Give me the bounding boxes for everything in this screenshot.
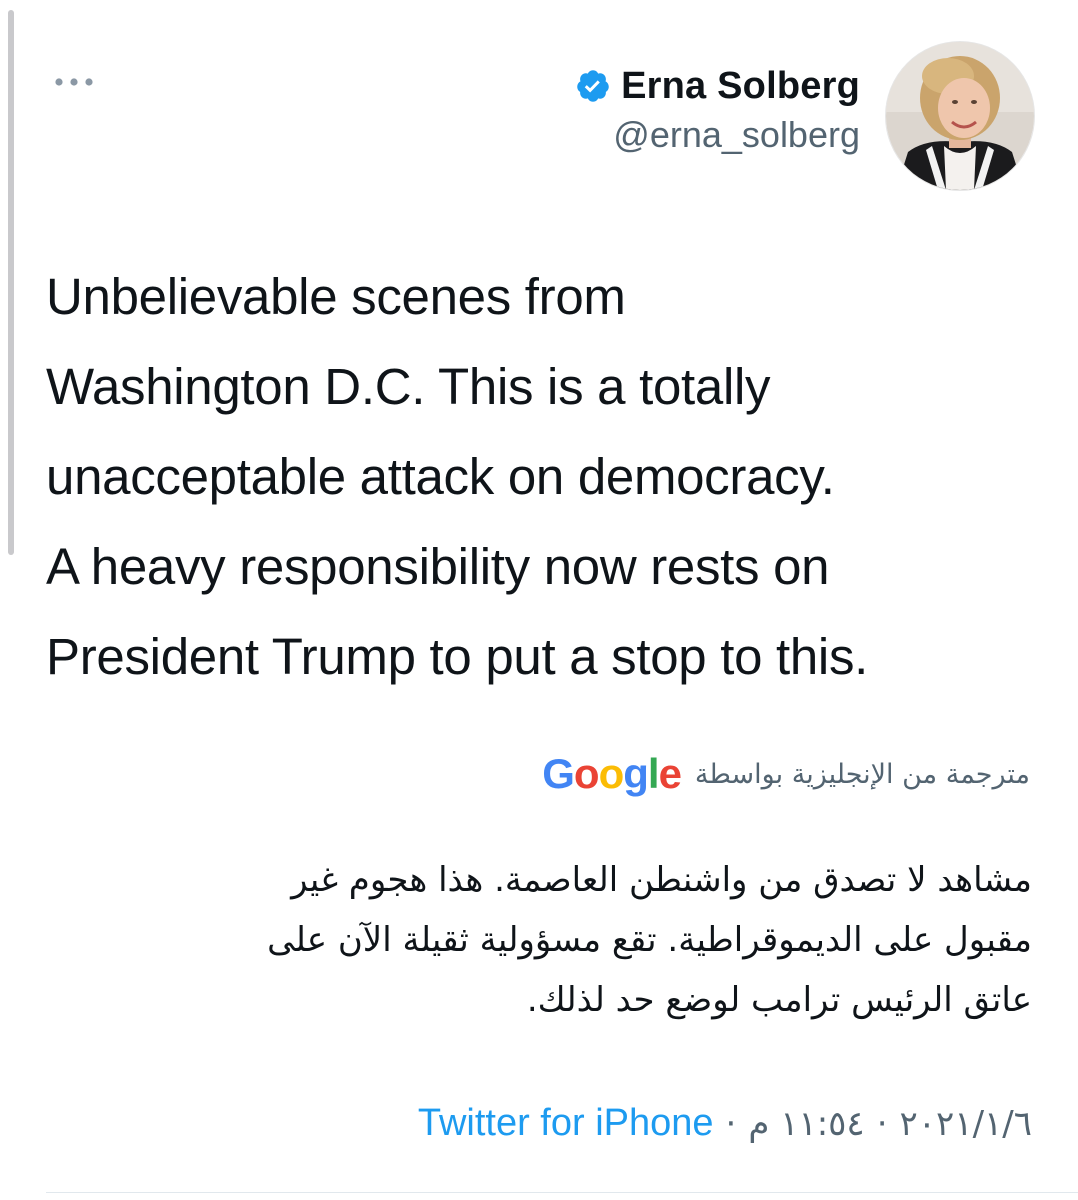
tweet-metadata: Twitter for iPhone · ١١:٥٤ م · ٢٠٢١/١/٦: [418, 1102, 1032, 1145]
tweet-time[interactable]: ١١:٥٤ م: [748, 1104, 864, 1144]
tweet-source-link[interactable]: Twitter for iPhone: [418, 1102, 714, 1145]
translated-text: مشاهد لا تصدق من واشنطن العاصمة. هذا هجو…: [112, 850, 1032, 1030]
translated-by-label: مترجمة من الإنجليزية بواسطة: [694, 758, 1030, 790]
author-name[interactable]: Erna Solberg: [621, 65, 860, 108]
translated-text-line: مقبول على الديموقراطية. تقع مسؤولية ثقيل…: [267, 920, 1032, 960]
scrollbar[interactable]: [8, 10, 14, 555]
more-options-button[interactable]: [52, 64, 96, 100]
tweet-text-line: President Trump to put a stop to this.: [46, 628, 869, 685]
tweet-text-line: A heavy responsibility now rests on: [46, 538, 830, 595]
google-logo[interactable]: Google: [542, 750, 682, 798]
translation-attribution: Google مترجمة من الإنجليزية بواسطة: [542, 750, 1030, 798]
meta-separator: ·: [725, 1103, 737, 1144]
more-horizontal-icon: [55, 78, 93, 86]
tweet-date[interactable]: ٢٠٢١/١/٦: [900, 1104, 1032, 1144]
tweet-text-line: Washington D.C. This is a totally: [46, 358, 771, 415]
tweet-author[interactable]: Erna Solberg @erna_solberg: [575, 60, 860, 156]
avatar[interactable]: [885, 41, 1035, 191]
translated-text-line: مشاهد لا تصدق من واشنطن العاصمة. هذا هجو…: [291, 860, 1032, 900]
tweet-text: Unbelievable scenes from Washington D.C.…: [46, 252, 1046, 702]
author-handle[interactable]: @erna_solberg: [575, 114, 860, 156]
divider: [46, 1192, 1078, 1193]
translated-text-line: عاتق الرئيس ترامب لوضع حد لذلك.: [526, 980, 1032, 1020]
tweet-text-line: Unbelievable scenes from: [46, 268, 626, 325]
verified-badge-icon: [577, 70, 609, 102]
meta-separator: ·: [876, 1103, 888, 1144]
avatar-photo: [886, 42, 1034, 190]
tweet-text-line: unacceptable attack on democracy.: [46, 448, 835, 505]
author-name-row: Erna Solberg: [575, 60, 860, 112]
